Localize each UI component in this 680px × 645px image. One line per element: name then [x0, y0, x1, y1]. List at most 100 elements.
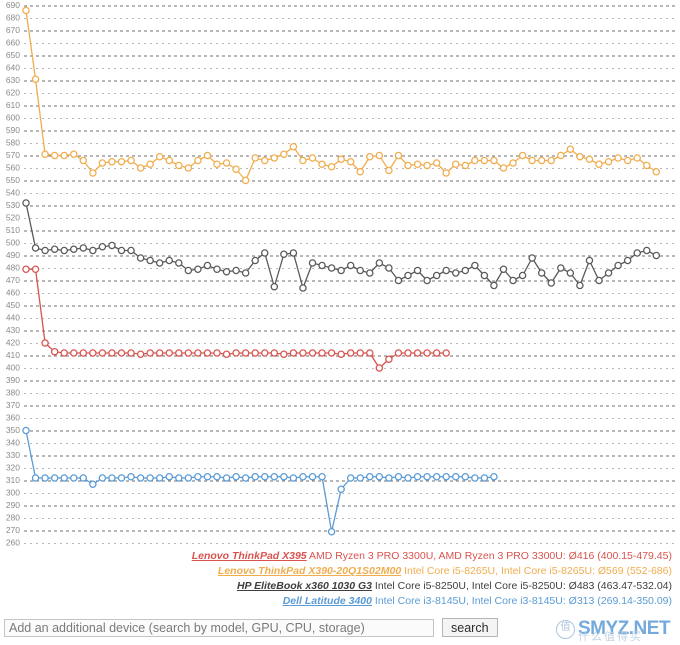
data-point[interactable]	[270, 349, 279, 357]
data-point[interactable]	[576, 152, 584, 161]
data-point[interactable]	[480, 156, 489, 165]
data-point[interactable]	[375, 364, 384, 372]
data-point[interactable]	[442, 472, 450, 481]
data-point[interactable]	[451, 160, 460, 168]
data-point[interactable]	[213, 265, 221, 273]
data-point[interactable]	[442, 266, 450, 275]
data-point[interactable]	[194, 156, 202, 165]
data-point[interactable]	[98, 349, 107, 357]
data-point[interactable]	[270, 282, 279, 291]
data-point[interactable]	[385, 166, 393, 175]
data-point[interactable]	[451, 269, 460, 277]
data-point[interactable]	[394, 472, 403, 481]
data-point[interactable]	[31, 75, 40, 84]
data-point[interactable]	[356, 349, 364, 357]
data-point[interactable]	[194, 349, 202, 357]
data-point[interactable]	[547, 156, 556, 165]
data-point[interactable]	[41, 150, 49, 158]
data-point[interactable]	[528, 156, 536, 165]
legend-device-link[interactable]: Dell Latitude 3400	[283, 595, 372, 607]
data-point[interactable]	[270, 472, 279, 481]
data-point[interactable]	[356, 167, 364, 176]
data-point[interactable]	[327, 528, 336, 536]
data-point[interactable]	[136, 164, 145, 172]
data-point[interactable]	[356, 474, 364, 482]
data-point[interactable]	[22, 426, 30, 435]
data-point[interactable]	[576, 281, 584, 290]
data-point[interactable]	[117, 246, 126, 255]
data-point[interactable]	[337, 155, 345, 163]
data-point[interactable]	[461, 161, 470, 170]
data-point[interactable]	[337, 266, 345, 275]
data-point[interactable]	[184, 164, 193, 172]
data-point[interactable]	[280, 250, 288, 258]
data-point[interactable]	[289, 142, 298, 151]
data-point[interactable]	[299, 156, 307, 165]
data-point[interactable]	[652, 251, 661, 260]
data-point[interactable]	[413, 349, 422, 357]
data-point[interactable]	[165, 256, 173, 265]
data-point[interactable]	[337, 485, 345, 493]
data-point[interactable]	[41, 474, 49, 482]
data-point[interactable]	[222, 267, 231, 276]
data-point[interactable]	[165, 472, 173, 481]
data-point[interactable]	[604, 157, 613, 166]
data-point[interactable]	[633, 249, 641, 257]
data-point[interactable]	[308, 472, 317, 481]
data-point[interactable]	[70, 245, 78, 253]
data-point[interactable]	[375, 472, 384, 481]
data-point[interactable]	[213, 160, 221, 168]
data-point[interactable]	[50, 347, 59, 356]
data-point[interactable]	[108, 157, 116, 166]
data-point[interactable]	[203, 261, 212, 270]
data-point[interactable]	[241, 349, 250, 357]
data-point[interactable]	[70, 349, 78, 357]
data-point[interactable]	[318, 349, 326, 357]
data-point[interactable]	[327, 349, 336, 357]
data-point[interactable]	[108, 241, 116, 250]
data-point[interactable]	[79, 349, 88, 357]
data-point[interactable]	[127, 349, 135, 357]
data-point[interactable]	[442, 169, 450, 177]
data-point[interactable]	[566, 269, 575, 277]
data-point[interactable]	[413, 472, 422, 481]
data-point[interactable]	[356, 266, 364, 275]
data-point[interactable]	[213, 349, 221, 357]
data-point[interactable]	[251, 154, 259, 162]
data-point[interactable]	[98, 159, 107, 167]
data-point[interactable]	[251, 472, 259, 481]
data-point[interactable]	[299, 472, 307, 481]
data-point[interactable]	[232, 165, 240, 173]
data-point[interactable]	[499, 164, 508, 172]
data-point[interactable]	[136, 254, 145, 262]
data-point[interactable]	[260, 472, 269, 481]
data-point[interactable]	[394, 349, 403, 357]
data-point[interactable]	[394, 151, 403, 160]
data-point[interactable]	[146, 160, 154, 168]
data-point[interactable]	[117, 474, 126, 482]
data-point[interactable]	[146, 349, 154, 357]
data-point[interactable]	[308, 349, 317, 357]
data-point[interactable]	[165, 156, 173, 165]
data-point[interactable]	[346, 261, 355, 270]
data-point[interactable]	[50, 474, 59, 482]
data-point[interactable]	[31, 244, 40, 252]
data-point[interactable]	[308, 154, 317, 162]
data-point[interactable]	[251, 349, 259, 357]
data-point[interactable]	[652, 167, 661, 176]
data-point[interactable]	[98, 474, 107, 482]
data-point[interactable]	[184, 474, 193, 482]
data-point[interactable]	[385, 474, 393, 482]
data-point[interactable]	[89, 246, 97, 255]
data-point[interactable]	[547, 279, 556, 287]
data-point[interactable]	[136, 474, 145, 482]
data-point[interactable]	[423, 161, 431, 170]
data-point[interactable]	[442, 349, 450, 357]
data-point[interactable]	[280, 472, 288, 481]
data-point[interactable]	[385, 264, 393, 272]
data-point[interactable]	[346, 474, 355, 482]
data-point[interactable]	[471, 474, 479, 482]
data-point[interactable]	[175, 349, 183, 357]
data-point[interactable]	[461, 266, 470, 275]
data-point[interactable]	[203, 151, 212, 160]
